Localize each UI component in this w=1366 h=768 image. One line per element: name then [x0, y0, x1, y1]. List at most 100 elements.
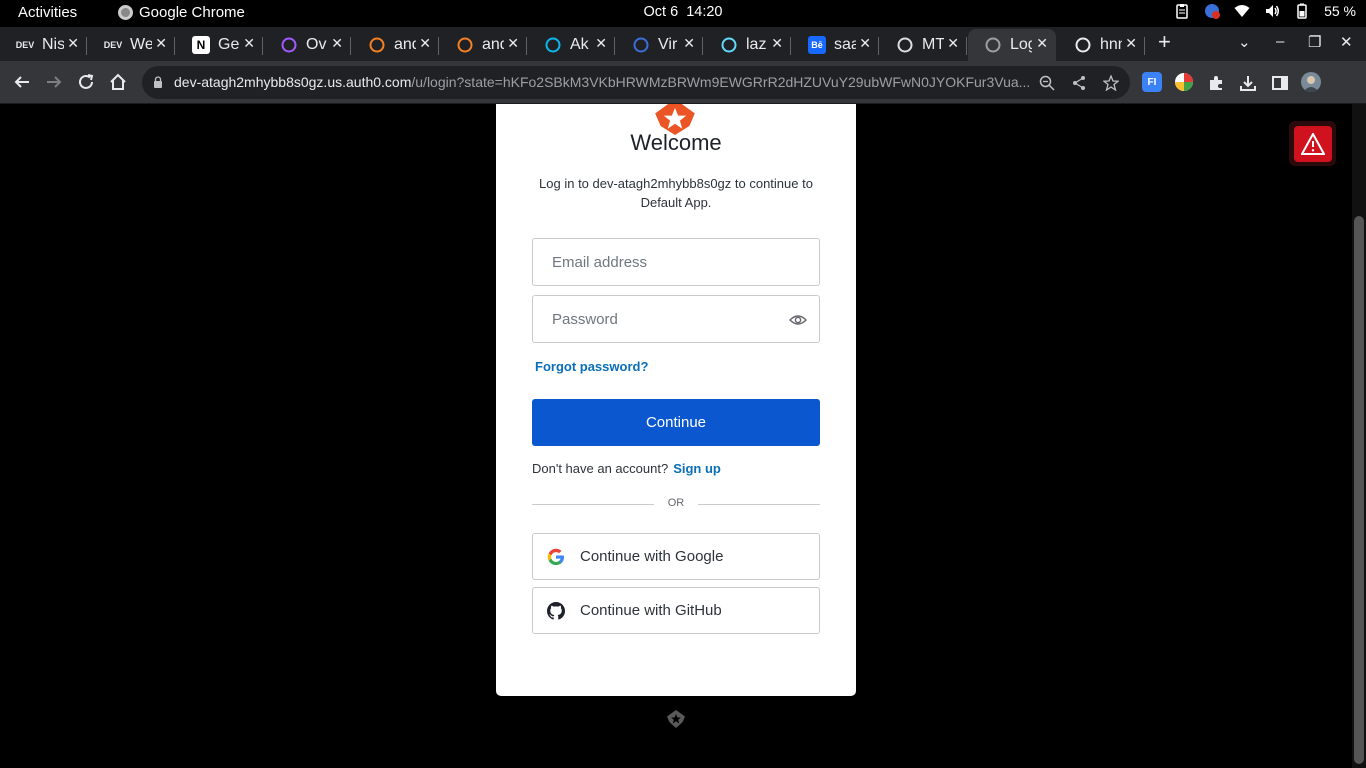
tab-close-icon[interactable]: ✕ [67, 35, 79, 52]
tab-close-icon[interactable]: ✕ [155, 35, 167, 52]
google-icon [547, 548, 564, 565]
stackoverflow-icon [368, 36, 386, 54]
side-panel-icon[interactable] [1269, 72, 1291, 94]
warning-triangle-icon [1300, 132, 1325, 155]
tab-search-chevron-icon[interactable]: ⌄ [1238, 33, 1251, 51]
system-top-bar: Activities Google Chrome Oct 6 14:20 55 … [0, 0, 1366, 27]
clipboard-icon[interactable] [1174, 3, 1190, 19]
battery-percent[interactable]: 55 % [1324, 3, 1356, 19]
warning-button[interactable] [1289, 121, 1336, 166]
browser-tab[interactable]: Vir ✕ [616, 29, 703, 61]
extensions-puzzle-icon[interactable] [1205, 72, 1227, 94]
tab-close-icon[interactable]: ✕ [771, 35, 783, 52]
restore-icon[interactable]: ❐ [1308, 33, 1321, 51]
tab-separator [86, 37, 87, 55]
browser-tab[interactable]: DEV Nis ✕ [0, 29, 87, 61]
browser-tab[interactable]: Bē saa ✕ [792, 29, 879, 61]
bookmark-star-icon[interactable] [1102, 74, 1120, 92]
email-field[interactable] [532, 238, 820, 286]
tab-close-icon[interactable]: ✕ [859, 35, 871, 52]
tab-title: laz [746, 36, 767, 53]
tab-title: Ger [218, 36, 240, 53]
github-button-label: Continue with GitHub [580, 602, 722, 619]
tab-close-icon[interactable]: ✕ [331, 35, 343, 52]
activities-button[interactable]: Activities [18, 4, 77, 21]
minimize-icon[interactable]: – [1276, 33, 1284, 50]
notification-app-icon[interactable] [1204, 3, 1221, 19]
page-scrollbar[interactable] [1352, 104, 1366, 768]
tab-close-icon[interactable]: ✕ [947, 35, 959, 52]
browser-tab[interactable]: DEV We ✕ [88, 29, 175, 61]
continue-with-github-button[interactable]: Continue with GitHub [532, 587, 820, 634]
divider-line-right [698, 504, 820, 505]
scrollbar-thumb[interactable] [1354, 216, 1364, 764]
download-icon[interactable] [1237, 72, 1259, 94]
browser-tab[interactable]: and✕ [352, 29, 439, 61]
tab-close-icon[interactable]: ✕ [507, 35, 519, 52]
forgot-password-link[interactable]: Forgot password? [535, 359, 648, 374]
tab-close-icon[interactable]: ✕ [243, 35, 255, 52]
or-divider: OR [532, 497, 820, 511]
tab-title: and [482, 36, 504, 53]
app-menu[interactable]: Google Chrome [118, 4, 245, 21]
clock-date[interactable]: Oct 6 [643, 4, 678, 20]
behance-icon: Bē [808, 36, 826, 54]
tab-close-icon[interactable]: ✕ [1036, 35, 1048, 52]
extension-color-icon[interactable] [1174, 72, 1194, 92]
warning-icon-container [1293, 125, 1332, 162]
tab-separator [350, 37, 351, 55]
browser-tab[interactable]: hnn✕ [1058, 29, 1145, 61]
close-window-icon[interactable]: ✕ [1340, 33, 1353, 51]
volume-icon[interactable] [1264, 3, 1280, 19]
tab-close-icon[interactable]: ✕ [595, 35, 607, 52]
browser-tab[interactable]: Ak ✕ [528, 29, 615, 61]
notion-icon: N [192, 36, 210, 54]
email-input[interactable] [533, 239, 819, 285]
clock-time[interactable]: 14:20 [686, 4, 722, 20]
url-text[interactable]: dev-atagh2mhybb8s0gz.us.auth0.com/u/logi… [174, 74, 1034, 90]
forward-arrow-icon[interactable] [43, 71, 65, 93]
lock-icon[interactable] [153, 76, 163, 88]
password-field[interactable] [532, 295, 820, 343]
system-tray[interactable]: 55 % [1174, 3, 1356, 19]
globe-icon [984, 36, 1002, 54]
tab-close-icon[interactable]: ✕ [683, 35, 695, 52]
chrome-icon [118, 5, 133, 20]
new-tab-icon[interactable]: + [1158, 29, 1171, 55]
tab-close-icon[interactable]: ✕ [1125, 35, 1137, 52]
dev-icon: DEV [15, 40, 35, 50]
browser-tab[interactable]: Log✕ [968, 29, 1056, 61]
extension-fi-icon[interactable]: FI [1142, 72, 1162, 92]
password-input[interactable] [533, 296, 819, 342]
show-password-eye-icon[interactable] [789, 311, 807, 329]
continue-with-google-button[interactable]: Continue with Google [532, 533, 820, 580]
tab-separator [966, 37, 967, 55]
browser-tab[interactable]: N Ger✕ [176, 29, 263, 61]
zoom-icon[interactable] [1038, 74, 1056, 92]
tab-separator [702, 37, 703, 55]
profile-avatar[interactable] [1301, 72, 1321, 92]
app-name: Google Chrome [139, 4, 245, 21]
continue-button[interactable]: Continue [532, 399, 820, 446]
google-button-label: Continue with Google [580, 548, 724, 565]
home-icon[interactable] [107, 71, 129, 93]
no-account-text: Don't have an account? [532, 461, 669, 476]
tab-title: Vir [658, 36, 678, 53]
auth0-footer-icon [667, 710, 685, 728]
tab-title: Ak [570, 36, 589, 53]
browser-tab[interactable]: MT ✕ [880, 29, 967, 61]
browser-tab[interactable]: Ov ✕ [264, 29, 351, 61]
github-icon [1074, 36, 1092, 54]
tab-close-icon[interactable]: ✕ [419, 35, 431, 52]
signup-link[interactable]: Sign up [673, 461, 721, 476]
address-bar[interactable]: dev-atagh2mhybb8s0gz.us.auth0.com/u/logi… [142, 66, 1130, 99]
browser-tab[interactable]: and✕ [440, 29, 527, 61]
share-icon[interactable] [1070, 74, 1088, 92]
battery-icon[interactable] [1294, 3, 1310, 19]
tab-title: Ov [306, 36, 327, 53]
browser-tab[interactable]: laz ✕ [704, 29, 791, 61]
wifi-icon[interactable] [1234, 3, 1250, 19]
back-arrow-icon[interactable] [11, 71, 33, 93]
reload-icon[interactable] [75, 71, 97, 93]
mt-icon [896, 36, 914, 54]
